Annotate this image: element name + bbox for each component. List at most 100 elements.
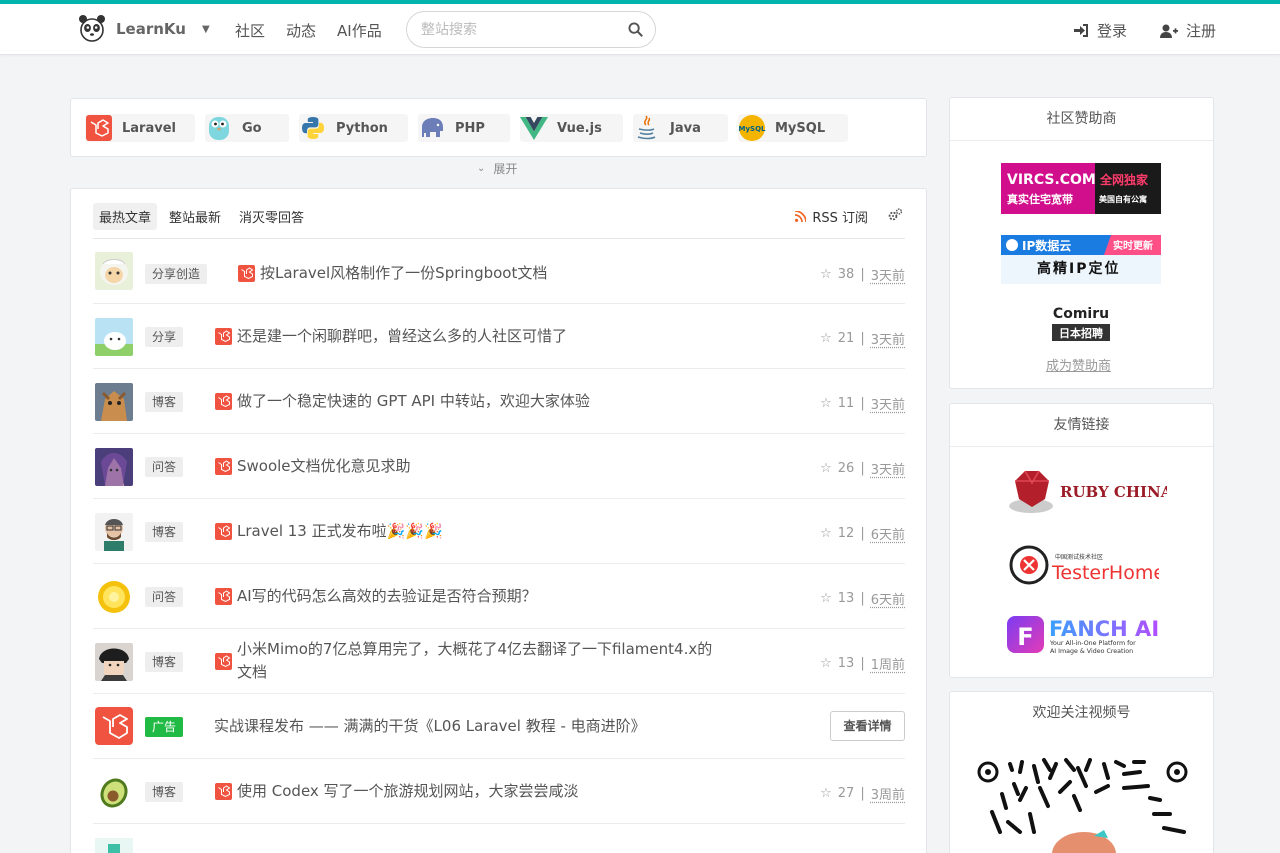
testerhome-link[interactable]: 中国测试技术社区 TesterHome [1009,542,1159,587]
star-icon: ☆ [820,461,832,476]
ad-row[interactable]: 广告 实战课程发布 —— 满满的干货《L06 Laravel 教程 - 电商进阶… [93,694,905,759]
video-channel-card: 欢迎关注视频号 [949,691,1214,853]
avatar[interactable] [95,643,133,681]
settings-gears-icon[interactable] [888,208,902,221]
topic-time[interactable]: 6天前 [871,589,905,608]
topic-time[interactable]: 3天前 [871,329,905,348]
topic-row[interactable]: 博客 小米Mimo的7亿总算用完了，大概花了4亿去翻译了一下filament4.… [93,629,905,694]
topic-row[interactable]: 分享 还是建一个闲聊群吧，曾经这么多的人社区可惜了 ☆ 21 | 3天前 [93,304,905,369]
nav-community[interactable]: 社区 [235,20,265,41]
search-input[interactable] [421,20,621,40]
topic-label: 博客 [145,522,184,542]
tab-hottest[interactable]: 最热文章 [93,203,158,230]
topic-title[interactable]: AI写的代码怎么高效的去验证是否符合预期？ [237,585,537,608]
laravel-icon [238,265,255,282]
svg-text:F: F [1017,623,1033,651]
caret-down-icon[interactable]: ▼ [202,24,210,35]
avatar[interactable] [95,252,133,290]
star-icon: ☆ [820,656,832,671]
topic-meta: ☆ 26 | 3天前 [820,459,905,478]
tag-mysql[interactable]: MySQL MySQL [738,114,848,142]
topic-time[interactable]: 3天前 [871,459,905,478]
friend-links-card: 友情链接 RUBY CHINA 中国测试技术社区 TesterHome F FA… [949,403,1214,678]
view-details-button[interactable]: 查看详情 [830,711,905,741]
avatar[interactable] [95,773,133,811]
star-count: 26 [837,461,855,476]
expand-label: 展开 [493,162,518,176]
ad-label: 广告 [145,717,184,737]
expand-tags-button[interactable]: ⌄ 展开 [477,160,517,177]
tag-label: Python [336,120,388,136]
laravel-icon [215,783,232,800]
topic-row[interactable]: 问答 Swoole文档优化意见求助 ☆ 26 | 3天前 [93,434,905,499]
topic-row[interactable] [93,824,905,853]
tag-python[interactable]: Python [299,114,408,142]
tag-vue[interactable]: Vue.js [520,114,623,142]
meta-separator: | [860,331,865,346]
topic-row[interactable]: 问答 AI写的代码怎么高效的去验证是否符合预期？ ☆ 13 | 6天前 [93,564,905,629]
ad-title[interactable]: 实战课程发布 —— 满满的干货《L06 Laravel 教程 - 电商进阶》 [214,715,646,738]
avatar[interactable] [95,838,133,853]
testerhome-text: TesterHome [1051,562,1159,584]
fanch-ai-link[interactable]: F FANCH AI Your All-in-One Platform for … [1007,614,1167,659]
topic-label: 问答 [145,587,184,607]
laravel-icon [215,653,232,670]
topic-label: 问答 [145,457,184,477]
topic-row[interactable]: 博客 做了一个稳定快速的 GPT API 中转站，欢迎大家体验 ☆ 11 | 3… [93,369,905,434]
tag-php[interactable]: PHP [418,114,510,142]
tag-go[interactable]: Go [205,114,289,142]
double-chevron-down-icon: ⌄ [477,163,486,174]
topic-row[interactable]: 博客 Lravel 13 正式发布啦🎉🎉🎉 ☆ 12 | 6天前 [93,499,905,564]
avatar[interactable] [95,448,133,486]
search-icon[interactable] [628,22,643,37]
topic-title[interactable]: 还是建一个闲聊群吧，曾经这么多的人社区可惜了 [237,325,567,348]
topic-title[interactable]: 使用 Codex 写了一个旅游规划网站，大家尝尝咸淡 [237,780,579,803]
avatar[interactable] [95,513,133,551]
nav-ai-works[interactable]: AI作品 [337,20,382,41]
laravel-logo-avatar[interactable] [95,707,133,745]
topic-time[interactable]: 3天前 [871,265,905,284]
topic-label: 博客 [145,782,184,802]
vircs-sponsor-banner[interactable]: VIRCS.COM 全网独家 真实住宅宽带 美国自有公寓 [1001,163,1161,214]
tag-java[interactable]: Java [633,114,728,142]
topic-time[interactable]: 1周前 [871,654,905,673]
comiru-sponsor-logo[interactable]: Comiru 日本招聘 [1051,304,1111,344]
brand[interactable]: LearnKu ▼ [77,14,210,44]
laravel-icon [215,328,232,345]
login-link[interactable]: 登录 [1074,20,1127,41]
user-plus-icon [1160,24,1178,38]
avatar[interactable] [95,578,133,616]
star-icon: ☆ [820,331,832,346]
tag-label: MySQL [775,120,826,136]
star-count: 11 [837,396,855,411]
topic-row[interactable]: 博客 使用 Codex 写了一个旅游规划网站，大家尝尝咸淡 ☆ 27 | 3周前 [93,759,905,824]
become-sponsor-link[interactable]: 成为赞助商 [1046,355,1111,374]
topic-time[interactable]: 3周前 [871,784,905,803]
avatar[interactable] [95,383,133,421]
register-link[interactable]: 注册 [1160,20,1216,41]
topic-title[interactable]: 按Laravel风格制作了一份Springboot文档 [260,262,547,285]
avatar[interactable] [95,318,133,356]
star-icon: ☆ [820,591,832,606]
ip-data-sponsor-banner[interactable]: IP数据云 实时更新 高精IP定位 [1001,235,1161,284]
tab-zero-replies[interactable]: 消灭零回答 [233,203,310,230]
topic-title-continued[interactable]: 文档 [237,661,267,684]
ruby-china-link[interactable]: RUBY CHINA [1007,467,1167,517]
rss-subscribe-link[interactable]: RSS 订阅 [795,207,868,226]
topic-time[interactable]: 6天前 [871,524,905,543]
friend-links-title: 友情链接 [950,404,1213,447]
topic-title[interactable]: 做了一个稳定快速的 GPT API 中转站，欢迎大家体验 [237,390,590,413]
nav-activity[interactable]: 动态 [286,20,316,41]
learnku-logo-icon [79,15,105,42]
fanch-ai-text: FANCH AI [1049,617,1159,641]
tag-laravel[interactable]: Laravel [85,114,195,142]
tag-list: Laravel Go Python PHP Vue.js Java MySQL … [85,114,848,142]
topic-row[interactable]: 分享创造 按Laravel风格制作了一份Springboot文档 ☆ 38 | … [93,239,905,304]
topic-time[interactable]: 3天前 [871,394,905,413]
topic-title[interactable]: 小米Mimo的7亿总算用完了，大概花了4亿去翻译了一下filament4.x的 [237,638,712,661]
meta-separator: | [860,786,865,801]
laravel-icon [215,588,232,605]
topic-title[interactable]: Lravel 13 正式发布啦🎉🎉🎉 [237,520,443,543]
topic-title[interactable]: Swoole文档优化意见求助 [237,455,411,478]
tab-latest[interactable]: 整站最新 [163,203,227,230]
